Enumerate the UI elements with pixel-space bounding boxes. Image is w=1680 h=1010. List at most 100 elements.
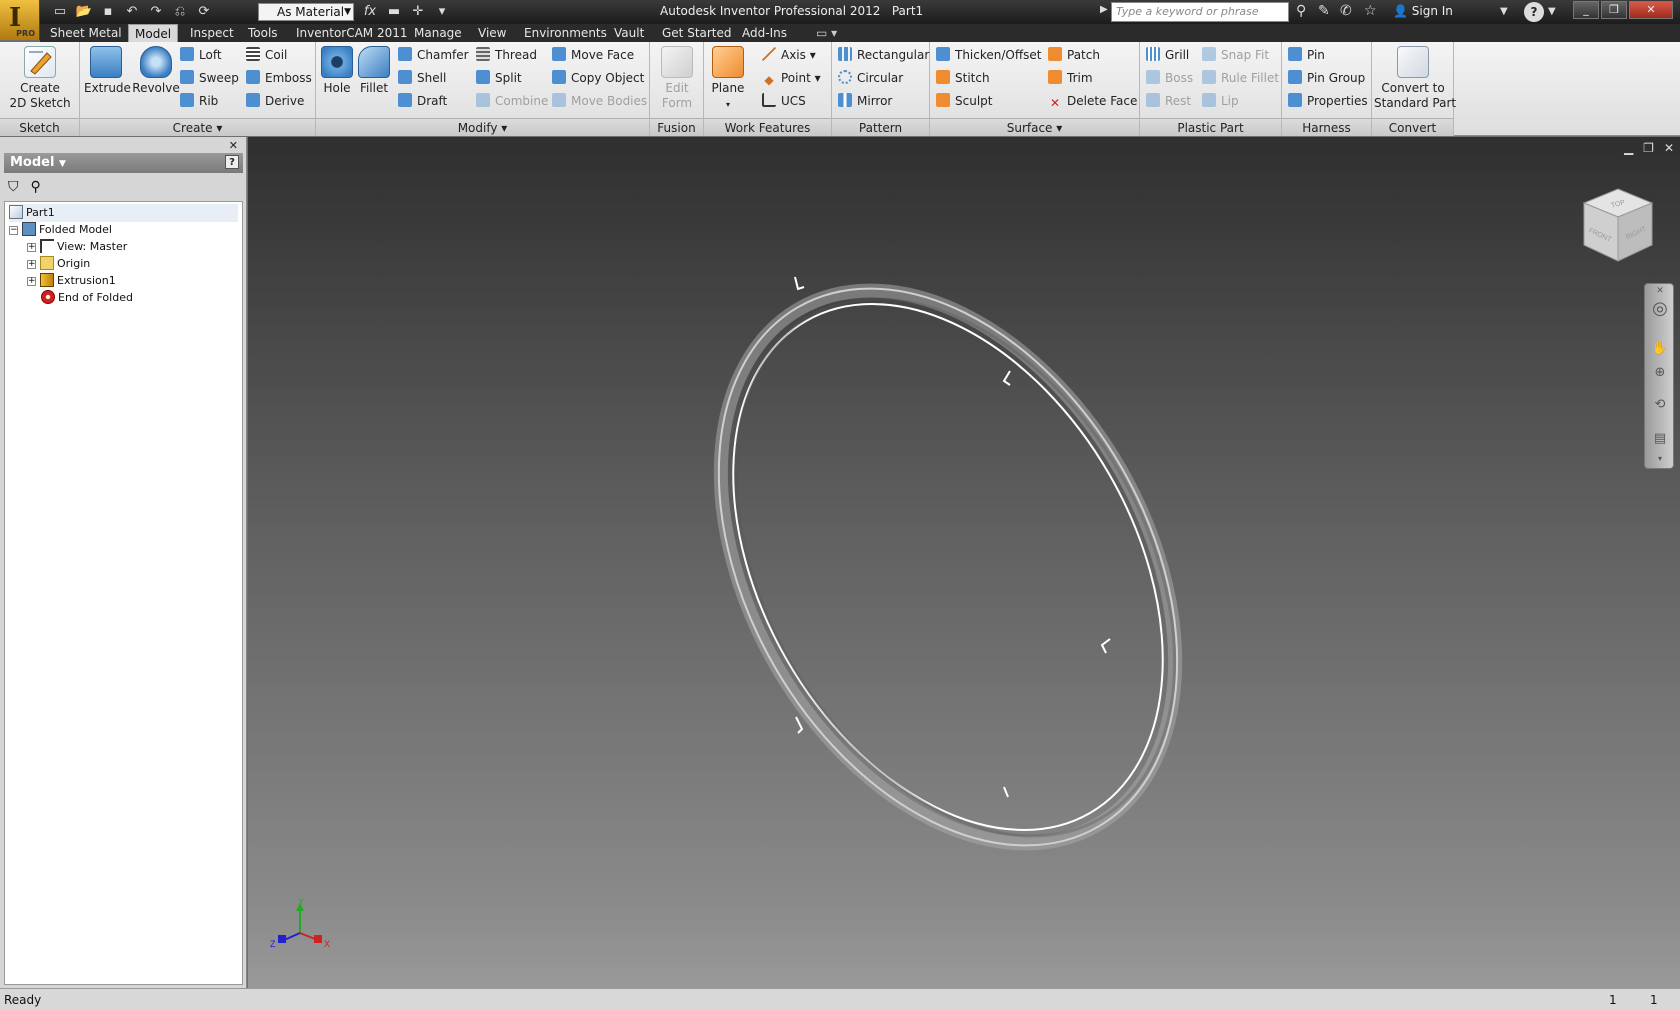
ucs-button[interactable]: UCS [762, 92, 806, 110]
pin-button[interactable]: Pin [1288, 46, 1325, 64]
tab-add-ins[interactable]: Add-Ins [736, 24, 793, 42]
tab-vault[interactable]: Vault [608, 24, 650, 42]
thicken-offset-button[interactable]: Thicken/Offset [936, 46, 1041, 64]
tree-node-end-of-folded[interactable]: End of Folded [41, 289, 133, 307]
create-2d-sketch-button[interactable]: Create 2D Sketch [8, 46, 72, 111]
rib-button[interactable]: Rib [180, 92, 218, 110]
tab-tools[interactable]: Tools [242, 24, 284, 42]
circular-pattern-button[interactable]: Circular [838, 69, 903, 87]
orbit-icon[interactable]: ⟲ [1651, 396, 1669, 414]
help-icon[interactable]: ? [1524, 2, 1544, 22]
snap-fit-button[interactable]: Snap Fit [1202, 46, 1269, 64]
revolve-button[interactable]: Revolve [130, 46, 182, 96]
tree-node-part1[interactable]: Part1 [9, 204, 238, 222]
sign-in-button[interactable]: 👤 Sign In [1393, 4, 1453, 18]
tab-manage[interactable]: Manage [408, 24, 468, 42]
search-input[interactable]: Type a keyword or phrase [1111, 2, 1289, 22]
application-menu-button[interactable]: I PRO [0, 0, 40, 40]
tab-environments[interactable]: Environments [518, 24, 613, 42]
delete-face-button[interactable]: ✕ Delete Face [1048, 92, 1137, 110]
binoculars-icon[interactable]: ⚲ [1296, 3, 1306, 19]
sweep-button[interactable]: Sweep [180, 69, 239, 87]
extrude-button[interactable]: Extrude [84, 46, 131, 96]
zoom-icon[interactable]: ⊕ [1651, 364, 1669, 382]
tab-sheet-metal[interactable]: Sheet Metal [44, 24, 128, 42]
patch-button[interactable]: Patch [1048, 46, 1100, 64]
trim-button[interactable]: Trim [1048, 69, 1093, 87]
help-dropdown-icon[interactable]: ▼ [1548, 6, 1556, 17]
close-icon[interactable]: ✕ [1664, 141, 1674, 155]
stitch-button[interactable]: Stitch [936, 69, 990, 87]
rest-button[interactable]: Rest [1146, 92, 1191, 110]
new-file-icon[interactable]: ▭ [50, 3, 70, 21]
customize-toolbar-icon[interactable]: ▾ [432, 3, 452, 21]
coil-button[interactable]: Coil [246, 46, 287, 64]
convert-to-standard-part-button[interactable]: Convert to Standard Part [1374, 46, 1456, 111]
tab-get-started[interactable]: Get Started [656, 24, 738, 42]
pan-hand-icon[interactable]: ✋ [1651, 340, 1669, 358]
open-file-icon[interactable]: 📂 [74, 3, 94, 21]
function-icon[interactable]: fx [360, 3, 380, 21]
mirror-button[interactable]: Mirror [838, 92, 892, 110]
tree-node-origin[interactable]: + Origin [27, 255, 90, 273]
chamfer-button[interactable]: Chamfer [398, 46, 469, 64]
pin-group-button[interactable]: Pin Group [1288, 69, 1365, 87]
panel-create-label[interactable]: Create ▾ [80, 118, 315, 136]
lip-button[interactable]: Lip [1202, 92, 1239, 110]
expand-icon[interactable]: + [27, 243, 36, 252]
tab-model[interactable]: Model [128, 24, 179, 42]
look-at-icon[interactable]: ▤ [1651, 430, 1669, 448]
grill-button[interactable]: Grill [1146, 46, 1189, 64]
undo-icon[interactable]: ↶ [122, 3, 142, 21]
tree-node-folded-model[interactable]: − Folded Model [9, 221, 112, 239]
tree-node-view-master[interactable]: + View: Master [27, 238, 127, 256]
update-icon[interactable]: ⟳ [194, 3, 214, 21]
panel-surface-label[interactable]: Surface ▾ [930, 118, 1139, 136]
expand-icon[interactable]: + [27, 260, 36, 269]
tab-view[interactable]: View [472, 24, 512, 42]
save-icon[interactable]: ▪ [98, 3, 118, 21]
rectangular-pattern-button[interactable]: Rectangular [838, 46, 929, 64]
material-dropdown[interactable]: As Material ▼ [258, 3, 354, 21]
restore-button[interactable]: ❐ [1601, 1, 1627, 19]
fillet-button[interactable]: Fillet [356, 46, 392, 96]
move-icon[interactable]: ✛ [408, 3, 428, 21]
return-icon[interactable]: ⎌ [170, 3, 190, 21]
viewcube[interactable]: TOP FRONT RIGHT [1578, 185, 1658, 265]
find-binoculars-icon[interactable]: ⚲ [31, 179, 41, 195]
browser-header[interactable]: Model ▼ ? [4, 153, 243, 173]
split-button[interactable]: Split [476, 69, 522, 87]
minimize-icon[interactable]: ▁ [1624, 141, 1633, 155]
tools-icon[interactable]: ✎ [1318, 3, 1330, 19]
sculpt-button[interactable]: Sculpt [936, 92, 992, 110]
tab-inspect[interactable]: Inspect [184, 24, 240, 42]
tree-node-extrusion1[interactable]: + Extrusion1 [27, 272, 116, 290]
close-window-button[interactable]: ✕ [1629, 1, 1673, 19]
redo-icon[interactable]: ↷ [146, 3, 166, 21]
chevron-down-icon[interactable]: ▼ [1500, 6, 1508, 17]
ribbon-display-toggle-icon[interactable]: ▭ ▾ [810, 24, 843, 42]
properties-button[interactable]: Properties [1288, 92, 1368, 110]
emboss-button[interactable]: Emboss [246, 69, 312, 87]
play-arrow-icon[interactable]: ▶ [1100, 4, 1108, 15]
graphics-viewport[interactable]: ▁ ❐ ✕ TOP FRONT RIGHT ✕ ◎ ✋ ⊕ ⟲ ▤ ▾ Y X … [248, 137, 1680, 988]
collapse-icon[interactable]: − [9, 226, 18, 235]
plane-button[interactable]: Plane ▾ [710, 46, 746, 112]
derive-button[interactable]: Derive [246, 92, 304, 110]
rule-fillet-button[interactable]: Rule Fillet [1202, 69, 1279, 87]
ring-part-model[interactable] [708, 267, 1188, 867]
draft-button[interactable]: Draft [398, 92, 447, 110]
copy-object-button[interactable]: Copy Object [552, 69, 644, 87]
restore-icon[interactable]: ❐ [1643, 141, 1654, 155]
combine-button[interactable]: Combine [476, 92, 548, 110]
shell-button[interactable]: Shell [398, 69, 446, 87]
color-override-icon[interactable]: ▬ [384, 3, 404, 21]
thread-button[interactable]: Thread [476, 46, 537, 64]
loft-button[interactable]: Loft [180, 46, 222, 64]
customize-icon[interactable]: ▾ [1651, 450, 1669, 468]
move-face-button[interactable]: Move Face [552, 46, 634, 64]
hole-button[interactable]: Hole [320, 46, 354, 96]
communication-icon[interactable]: ✆ [1340, 3, 1352, 19]
expand-icon[interactable]: + [27, 277, 36, 286]
boss-button[interactable]: Boss [1146, 69, 1193, 87]
